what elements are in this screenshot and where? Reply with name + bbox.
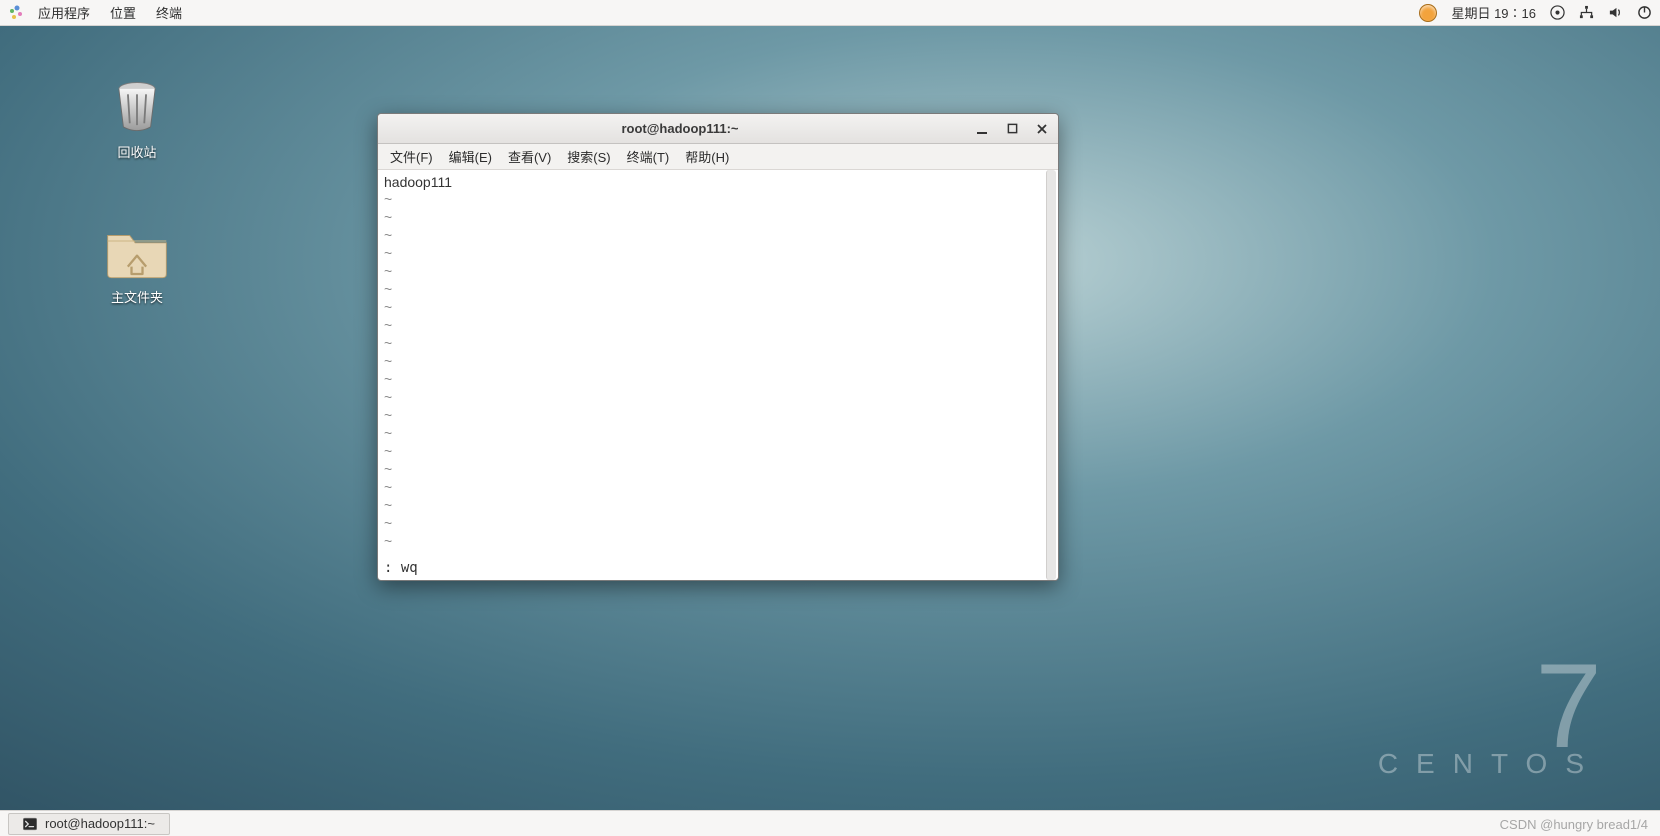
terminal-window: root@hadoop111:~ 文件(F) 编辑(E) 查看(V) 搜索(S)… — [377, 113, 1059, 581]
menu-terminal[interactable]: 终端(T) — [619, 147, 678, 166]
volume-icon[interactable] — [1608, 5, 1623, 20]
menu-edit[interactable]: 编辑(E) — [441, 147, 500, 166]
clock-label[interactable]: 星期日 19∶16 — [1451, 3, 1536, 22]
terminal-command-line: : wq — [384, 560, 1052, 576]
terminal-line-0: hadoop111 — [384, 174, 1052, 190]
top-menu-terminal[interactable]: 终端 — [146, 3, 192, 22]
trash-label: 回收站 — [117, 142, 156, 161]
desktop[interactable]: 7 CENTOS 回收站 主文件夹 root@h — [0, 26, 1660, 810]
top-menu-applications[interactable]: 应用程序 — [28, 3, 100, 22]
menu-view[interactable]: 查看(V) — [500, 147, 559, 166]
menu-search[interactable]: 搜索(S) — [559, 147, 618, 166]
brand-name: CENTOS — [1378, 748, 1602, 780]
terminal-app-icon — [23, 817, 37, 831]
minimize-button[interactable] — [974, 121, 990, 137]
taskbar-task-label: root@hadoop111:~ — [45, 816, 155, 831]
user-avatar-icon[interactable] — [1419, 4, 1437, 22]
gnome-logo-icon — [8, 5, 24, 21]
accessibility-icon[interactable] — [1550, 5, 1565, 20]
terminal-menubar: 文件(F) 编辑(E) 查看(V) 搜索(S) 终端(T) 帮助(H) — [378, 144, 1058, 170]
system-tray: 星期日 19∶16 — [1419, 3, 1652, 22]
home-folder-icon[interactable]: 主文件夹 — [82, 223, 192, 306]
terminal-body[interactable]: hadoop111 ~~~~~~~~~~~~~~~~~~~~ : wq — [378, 170, 1058, 580]
window-titlebar[interactable]: root@hadoop111:~ — [378, 114, 1058, 144]
home-folder-label: 主文件夹 — [111, 287, 163, 306]
bottom-taskbar: root@hadoop111:~ — [0, 810, 1660, 836]
terminal-scrollbar[interactable] — [1046, 170, 1056, 580]
window-title: root@hadoop111:~ — [386, 121, 974, 136]
power-icon[interactable] — [1637, 5, 1652, 20]
watermark-right: CSDN @hungry bread1/4 — [1500, 817, 1648, 832]
top-panel: 应用程序 位置 终端 星期日 19∶16 — [0, 0, 1660, 26]
brand-version: 7 — [1378, 664, 1602, 748]
top-menu-places[interactable]: 位置 — [100, 3, 146, 22]
close-button[interactable] — [1034, 121, 1050, 137]
maximize-button[interactable] — [1004, 121, 1020, 137]
taskbar-task-terminal[interactable]: root@hadoop111:~ — [8, 813, 170, 835]
menu-help[interactable]: 帮助(H) — [677, 147, 737, 166]
trash-icon[interactable]: 回收站 — [82, 78, 192, 161]
menu-file[interactable]: 文件(F) — [382, 147, 441, 166]
terminal-tilde-lines: ~~~~~~~~~~~~~~~~~~~~ — [384, 190, 1052, 550]
network-icon[interactable] — [1579, 5, 1594, 20]
wallpaper-brand: 7 CENTOS — [1378, 664, 1602, 780]
trash-bin-icon — [108, 78, 166, 136]
desktop-icons: 回收站 主文件夹 — [82, 78, 192, 306]
folder-home-icon — [104, 223, 170, 281]
